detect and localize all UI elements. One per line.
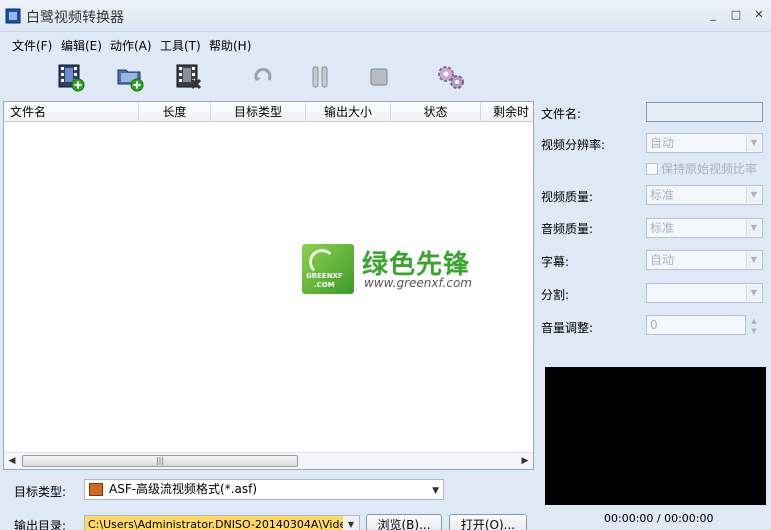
col-filename[interactable]: 文件名 [4, 102, 139, 121]
film-icon [89, 483, 103, 496]
col-length[interactable]: 长度 [139, 102, 211, 121]
add-folder-button[interactable] [113, 60, 147, 94]
split-label: 分割: [541, 288, 570, 302]
subtitle-select[interactable]: 自动 ▼ [646, 250, 763, 270]
menu-bar: 文件(F) 编辑(E) 动作(A) 工具(T) 帮助(H) [0, 32, 771, 56]
target-type-value: ASF-高级流视频格式(*.asf) [109, 482, 258, 496]
stop-button[interactable] [362, 60, 396, 94]
logo-text-top: GREENXF [306, 272, 343, 280]
remove-video-icon [176, 64, 202, 90]
col-remaining[interactable]: 剩余时 [481, 102, 533, 121]
settings-button[interactable] [434, 60, 468, 94]
menu-help[interactable]: 帮助(H) [209, 37, 251, 54]
reset-button[interactable] [246, 60, 280, 94]
video-preview [545, 367, 766, 505]
checkbox-box [646, 163, 658, 175]
volume-label: 音量调整: [541, 321, 594, 335]
resolution-select[interactable]: 自动 ▼ [646, 133, 763, 153]
subtitle-label: 字幕: [541, 255, 570, 269]
remove-video-button[interactable] [172, 60, 206, 94]
chevron-down-icon: ▼ [746, 285, 761, 301]
file-list[interactable]: 文件名 长度 目标类型 输出大小 状态 剩余时 GREENXF .COM 绿色先… [3, 101, 534, 470]
greenxf-logo: GREENXF .COM [302, 244, 354, 294]
menu-file[interactable]: 文件(F) [12, 37, 52, 54]
resolution-value: 自动 [650, 136, 675, 150]
scroll-right-icon[interactable]: ▶ [518, 455, 532, 467]
chevron-down-icon: ▼ [432, 486, 439, 496]
menu-tools[interactable]: 工具(T) [160, 37, 201, 54]
keep-ratio-label: 保持原始视频比率 [661, 162, 758, 176]
resolution-label: 视频分辨率: [541, 138, 606, 152]
col-status[interactable]: 状态 [391, 102, 481, 121]
volume-value: 0 [650, 318, 658, 332]
target-type-select[interactable]: ASF-高级流视频格式(*.asf) ▼ [84, 479, 444, 500]
add-video-button[interactable] [54, 60, 88, 94]
scroll-left-icon[interactable]: ◀ [5, 455, 19, 467]
open-button[interactable]: 打开(O)... [449, 514, 527, 530]
pause-button[interactable] [303, 60, 337, 94]
filename-field[interactable] [646, 102, 763, 122]
settings-icon [438, 66, 464, 89]
column-header: 文件名 长度 目标类型 输出大小 状态 剩余时 [4, 102, 533, 122]
output-dir-value: C:\Users\Administrator.DNISO-20140304A\V… [88, 518, 359, 530]
watermark: GREENXF .COM 绿色先锋 www.greenxf.com [302, 244, 482, 296]
col-output-size[interactable]: 输出大小 [306, 102, 391, 121]
watermark-url: www.greenxf.com [364, 276, 472, 290]
scroll-thumb[interactable]: ||| [22, 455, 298, 467]
chevron-down-icon: ▼ [746, 252, 761, 268]
title-bar: 白鹭视频转换器 _ □ ✕ [0, 0, 771, 32]
chevron-down-icon: ▼ [746, 187, 761, 203]
output-dir-label: 输出目录: [14, 519, 67, 530]
col-target-type[interactable]: 目标类型 [211, 102, 306, 121]
minimize-button[interactable]: _ [706, 8, 720, 22]
split-select[interactable]: ▼ [646, 283, 763, 303]
add-video-icon [58, 64, 85, 92]
volume-spinner[interactable]: ▲ ▼ [746, 316, 762, 336]
video-quality-value: 标准 [650, 188, 675, 202]
filename-label: 文件名: [541, 107, 582, 121]
reset-icon [254, 67, 272, 81]
chevron-down-icon: ▼ [746, 220, 761, 236]
spin-up-icon[interactable]: ▲ [746, 316, 762, 326]
chevron-down-icon: ▼ [746, 135, 761, 151]
audio-quality-label: 音频质量: [541, 222, 594, 236]
pause-icon [312, 66, 328, 88]
audio-quality-select[interactable]: 标准 ▼ [646, 218, 763, 238]
app-icon [5, 8, 21, 24]
volume-field[interactable]: 0 ▲ ▼ [646, 315, 757, 335]
logo-text-bottom: .COM [314, 281, 335, 289]
horizontal-scrollbar[interactable]: ◀ ||| ▶ [4, 452, 533, 469]
stop-icon [370, 68, 388, 86]
spin-down-icon[interactable]: ▼ [746, 326, 762, 336]
toolbar [0, 56, 540, 98]
audio-quality-value: 标准 [650, 221, 675, 235]
add-folder-icon [117, 69, 144, 92]
menu-action[interactable]: 动作(A) [110, 37, 152, 54]
target-type-label: 目标类型: [14, 485, 67, 499]
video-quality-select[interactable]: 标准 ▼ [646, 185, 763, 205]
browse-button[interactable]: 浏览(B)... [366, 514, 442, 530]
close-button[interactable]: ✕ [752, 8, 766, 22]
subtitle-value: 自动 [650, 253, 675, 267]
playback-time: 00:00:00 / 00:00:00 [604, 512, 714, 525]
window-title: 白鹭视频转换器 [26, 10, 124, 26]
maximize-button[interactable]: □ [729, 8, 743, 22]
output-dir-combo[interactable]: C:\Users\Administrator.DNISO-20140304A\V… [84, 515, 360, 530]
menu-edit[interactable]: 编辑(E) [61, 37, 102, 54]
chevron-down-icon: ▼ [343, 516, 359, 530]
keep-ratio-checkbox[interactable]: 保持原始视频比率 [646, 160, 757, 177]
properties-panel: 文件名: 视频分辨率: 自动 ▼ 保持原始视频比率 视频质量: 标准 ▼ 音频质… [538, 100, 771, 350]
video-quality-label: 视频质量: [541, 190, 594, 204]
